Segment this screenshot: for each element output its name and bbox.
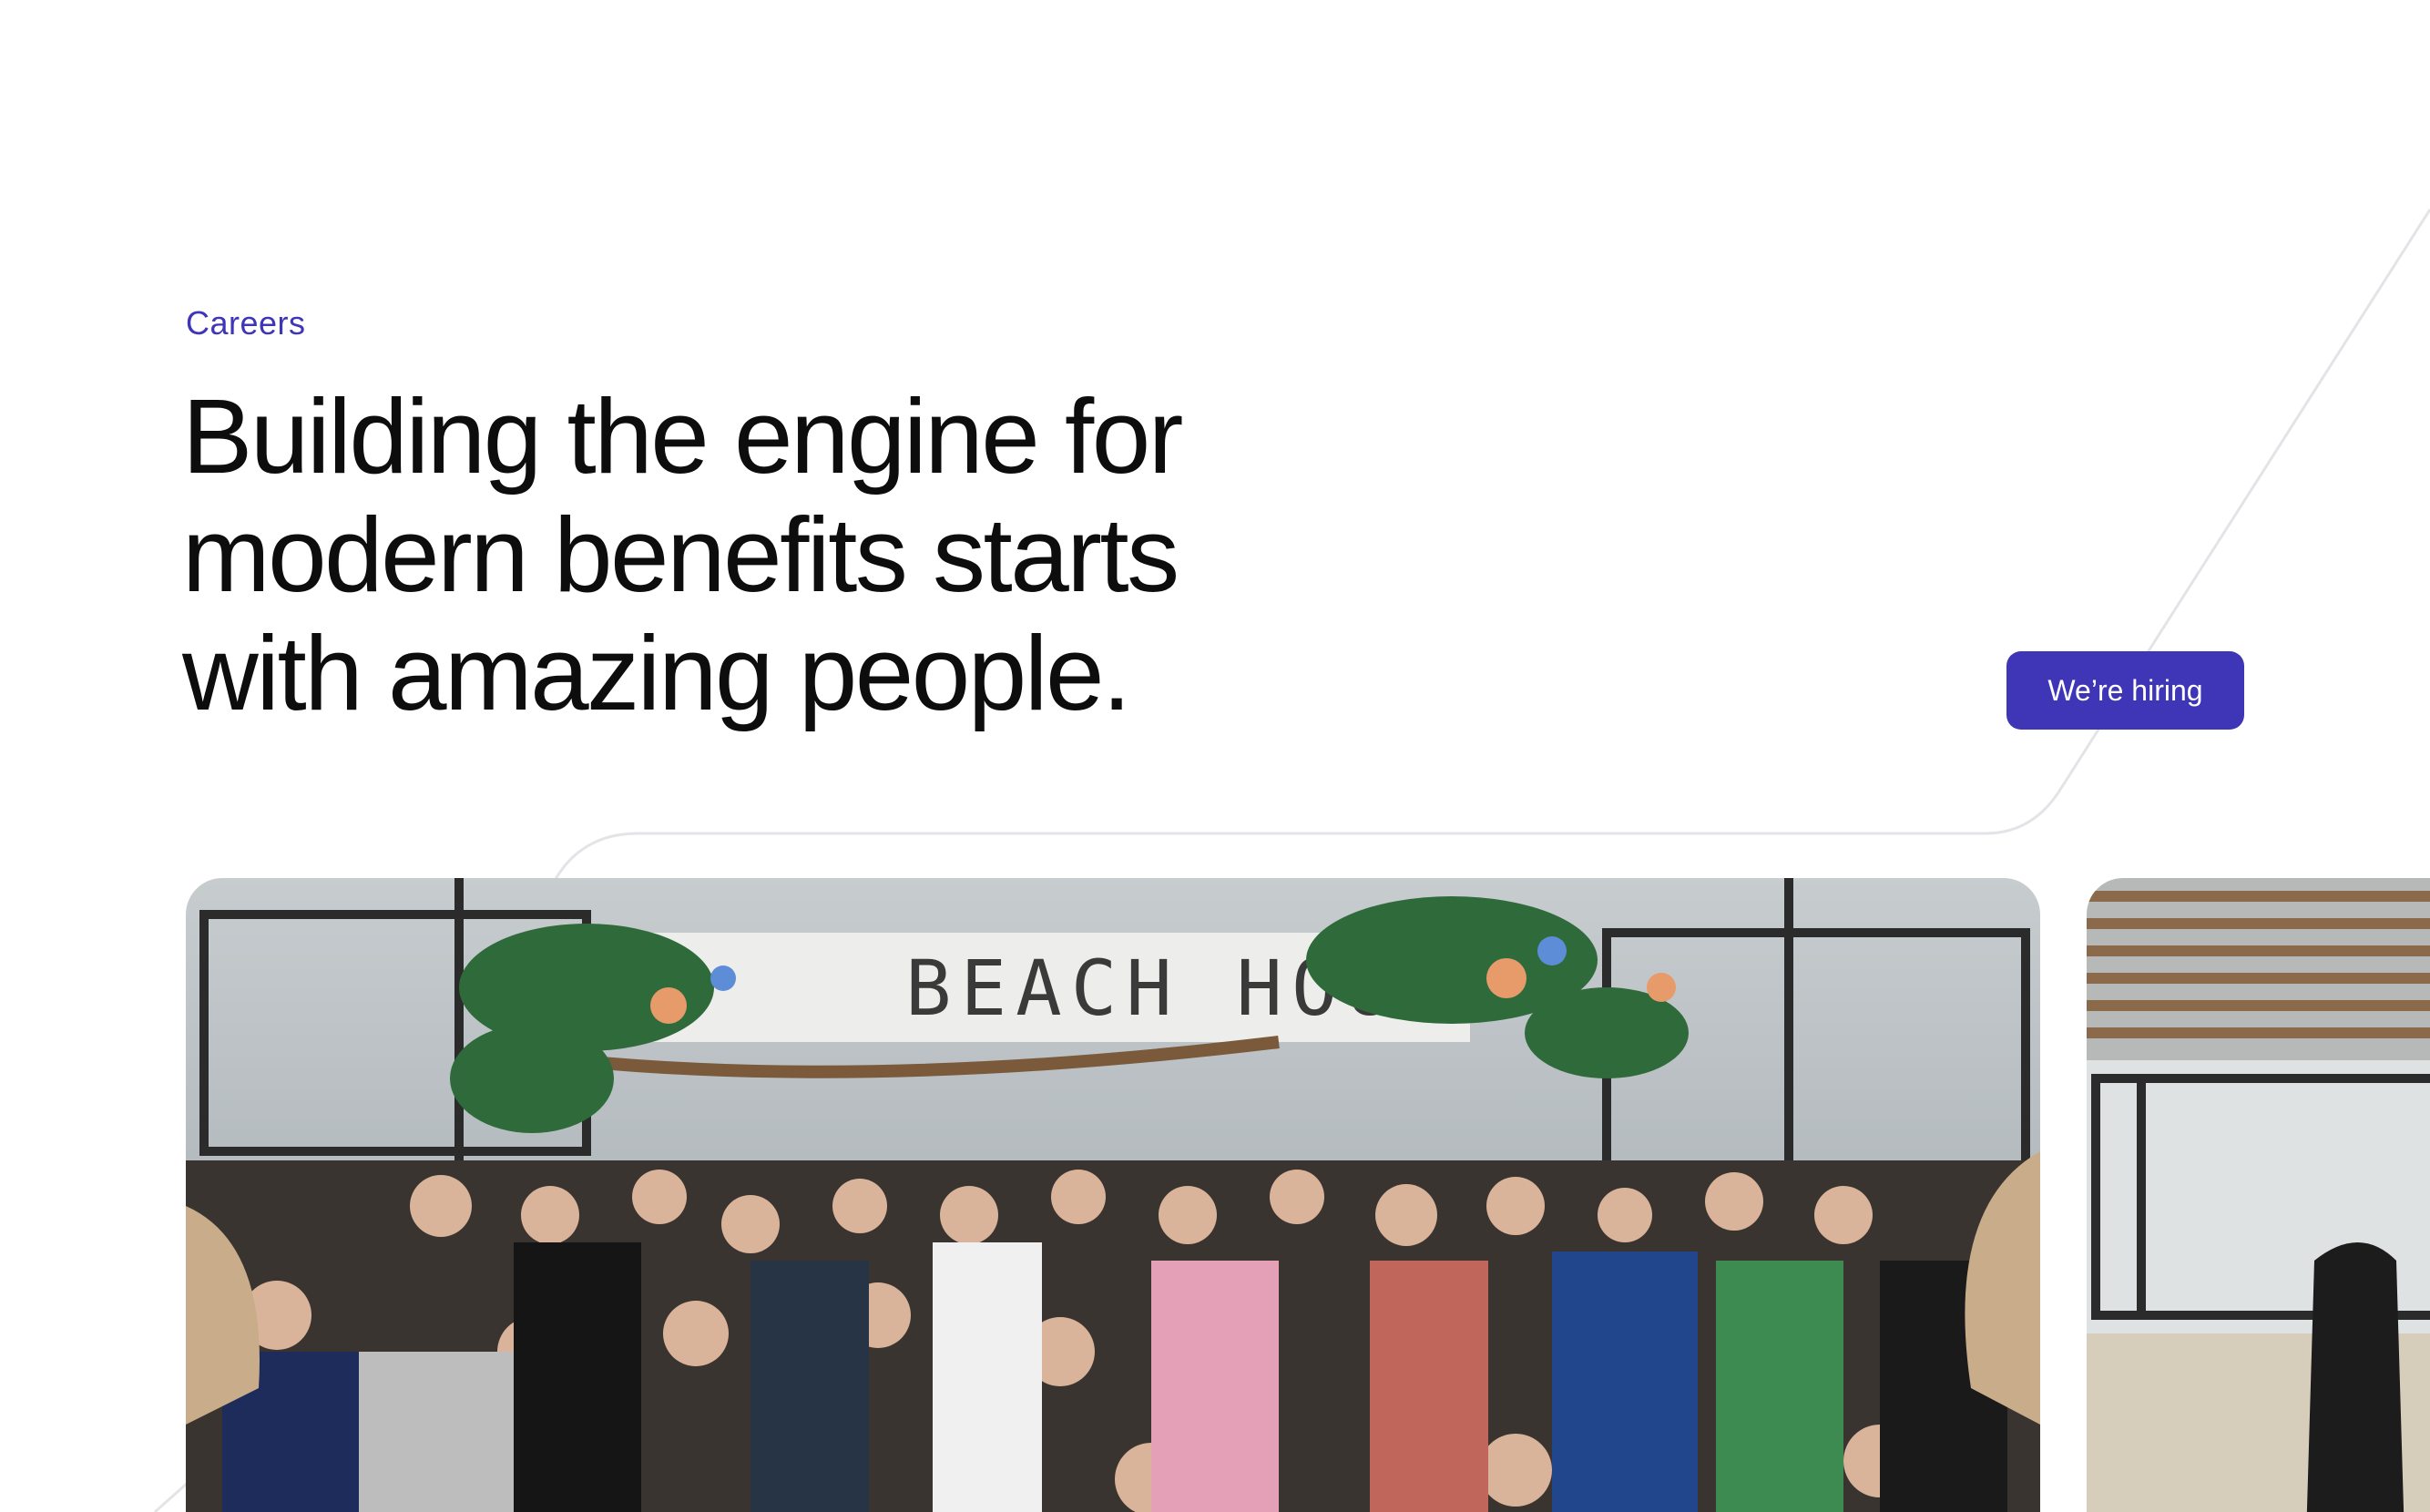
team-photo-secondary xyxy=(2087,878,2430,1512)
team-photo-image: BEACH HOUSE xyxy=(186,878,2040,1512)
careers-page: Careers Building the engine for modern b… xyxy=(0,0,2430,1512)
page-headline: Building the engine for modern benefits … xyxy=(182,377,1183,732)
team-photo: BEACH HOUSE xyxy=(186,878,2040,1512)
were-hiring-label: We’re hiring xyxy=(2047,673,2203,707)
section-eyebrow: Careers xyxy=(186,304,306,342)
were-hiring-button[interactable]: We’re hiring xyxy=(2006,651,2244,730)
team-photo-secondary-image xyxy=(2087,878,2430,1512)
